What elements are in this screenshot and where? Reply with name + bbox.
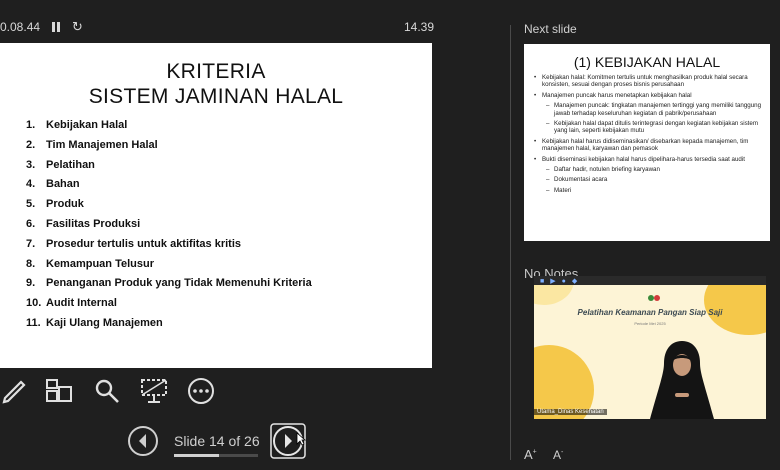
current-slide[interactable]: KRITERIA SISTEM JAMINAN HALAL 1. Kebijaka… xyxy=(0,43,432,368)
list-item: Bukti diseminasi kebijakan halal harus d… xyxy=(534,156,766,164)
pen-icon[interactable] xyxy=(0,376,30,406)
slide-criteria-list: 1. Kebijakan Halal 2. Tim Manajemen Halal … xyxy=(26,119,312,337)
slide-title: KRITERIA SISTEM JAMINAN HALAL xyxy=(0,59,432,109)
next-slide-label: Next slide xyxy=(524,22,577,36)
list-item: 5. Produk xyxy=(26,198,84,211)
decrease-font-button[interactable]: A- xyxy=(553,448,563,462)
previous-arrow-icon[interactable] xyxy=(127,425,159,457)
list-item: 3. Pelatihan xyxy=(26,158,95,171)
list-item: 4. Bahan xyxy=(26,178,80,191)
list-item: 9. Penanganan Produk yang Tidak Memenuhi … xyxy=(26,277,312,290)
next-slide-bullets: Kebijakan halal: Komitmen tertulis untuk… xyxy=(534,74,766,197)
list-item: 2. Tim Manajemen Halal xyxy=(26,138,158,151)
list-item: Daftar hadir, notulen briefing karyawan xyxy=(546,166,766,174)
pause-icon[interactable] xyxy=(52,22,61,32)
list-item: Kebijakan halal: Komitmen tertulis untuk… xyxy=(534,74,766,89)
slide-counter[interactable]: Slide 14 of 26 xyxy=(174,433,260,449)
increase-font-button[interactable]: A+ xyxy=(524,447,537,462)
video-subtitle: Periode Mei 2025 xyxy=(634,321,666,326)
presenter-image xyxy=(650,341,714,419)
clock: 14.39 xyxy=(404,20,435,34)
mouse-cursor-icon xyxy=(296,432,306,446)
slide-title-line1: KRITERIA xyxy=(166,60,266,83)
elapsed-timer: 0.08.44 xyxy=(0,20,41,34)
slide-progress-fill xyxy=(174,454,220,457)
list-item: Manajemen puncak harus menetapkan kebija… xyxy=(534,92,766,100)
list-item: 7. Prosedur tertulis untuk aktifitas krit… xyxy=(26,237,241,250)
list-item: Dokumentasi acara xyxy=(546,176,766,184)
video-control-icons[interactable]: ■▶●◆ xyxy=(540,277,583,285)
pane-divider[interactable] xyxy=(510,25,511,460)
list-item: Kebijakan halal dapat ditulis terintegra… xyxy=(546,120,766,135)
decor-blob xyxy=(534,345,594,419)
more-options-icon[interactable] xyxy=(186,376,216,406)
next-slide-title: (1) KEBIJAKAN HALAL xyxy=(573,54,721,70)
black-screen-icon[interactable] xyxy=(139,376,169,406)
video-title: Pelatihan Keamanan Pangan Siap Saji xyxy=(577,308,723,317)
list-item: 1. Kebijakan Halal xyxy=(26,119,128,131)
list-item: 8. Kemampuan Telusur xyxy=(26,257,154,270)
slide-title-line2: SISTEM JAMINAN HALAL xyxy=(88,85,344,108)
see-all-slides-icon[interactable] xyxy=(44,376,74,406)
magnifier-icon[interactable] xyxy=(92,376,122,406)
decor-blob xyxy=(534,285,574,305)
list-item: Manajemen puncak: tingkatan manajemen te… xyxy=(546,102,766,117)
next-slide-preview[interactable]: (1) KEBIJAKAN HALAL Kebijakan halal: Kom… xyxy=(524,44,770,241)
restart-timer-icon[interactable]: ↻ xyxy=(72,19,83,35)
list-item: 11. Kaji Ulang Manajemen xyxy=(26,316,163,329)
logo-icon xyxy=(648,295,660,301)
video-feed[interactable]: Pelatihan Keamanan Pangan Siap Saji Peri… xyxy=(534,285,766,419)
list-item: Materi xyxy=(546,187,766,195)
video-caption: Utama_Dinas Kesehatan xyxy=(534,409,607,415)
list-item: 10. Audit Internal xyxy=(26,297,117,310)
list-item: 6. Fasilitas Produksi xyxy=(26,217,141,230)
list-item: Kebijakan halal harus didiseminasikan/ d… xyxy=(534,138,766,153)
